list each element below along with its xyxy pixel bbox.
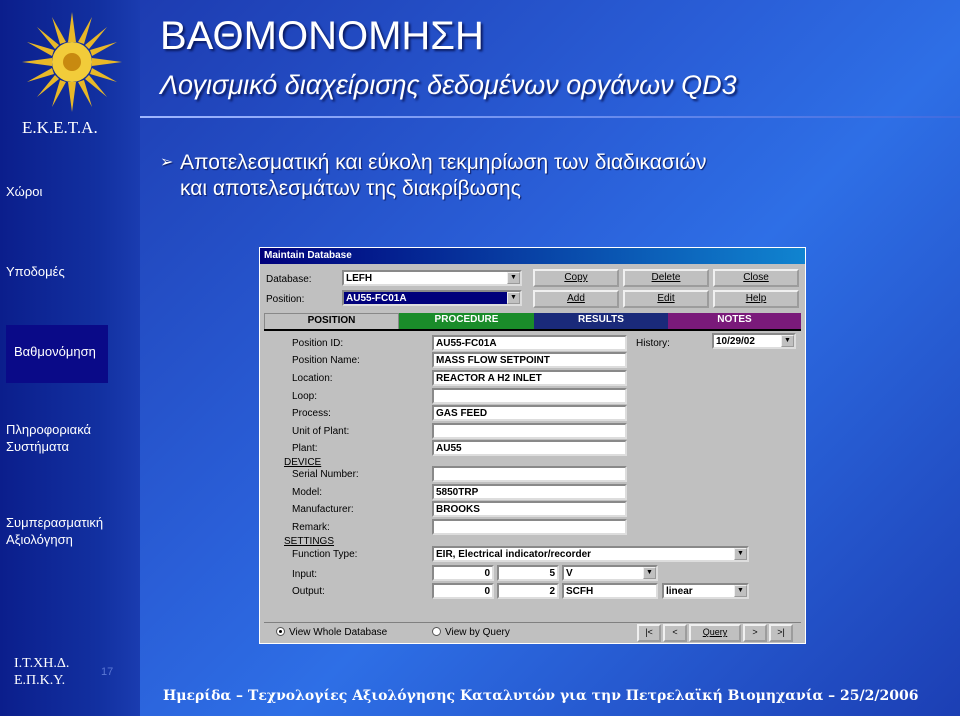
- history-select[interactable]: 10/29/02 ▼: [712, 333, 796, 349]
- output-label: Output:: [292, 586, 325, 597]
- nav-item-calibration[interactable]: Βαθμονόμηση: [6, 325, 108, 383]
- left-sidebar: Ε.Κ.Ε.Τ.Α. Χώροι Υποδομές Βαθμονόμηση Πλ…: [0, 0, 140, 716]
- database-value: LEFH: [346, 273, 373, 284]
- close-button[interactable]: Close: [713, 269, 799, 287]
- radio-unselected-icon[interactable]: [432, 627, 441, 636]
- unit-label: Unit of Plant:: [292, 426, 350, 437]
- unit-field[interactable]: [432, 423, 627, 439]
- nav-item-conclusion[interactable]: Συμπερασματική Αξιολόγηση: [6, 514, 134, 548]
- chevron-down-icon[interactable]: ▼: [734, 548, 747, 560]
- plant-label: Plant:: [292, 443, 318, 454]
- settings-section-label: SETTINGS: [284, 536, 335, 547]
- process-field[interactable]: GAS FEED: [432, 405, 627, 421]
- serial-label: Serial Number:: [292, 469, 359, 480]
- bullet-line-1: Αποτελεσματική και εύκολη τεκμηρίωση των…: [180, 151, 707, 174]
- chevron-down-icon[interactable]: ▼: [507, 292, 520, 304]
- slide-number: 17: [101, 666, 114, 678]
- chevron-down-icon[interactable]: ▼: [734, 585, 747, 597]
- view-bar: View Whole Database View by Query |< < Q…: [264, 622, 801, 642]
- output-unit-field[interactable]: SCFH: [562, 583, 658, 599]
- model-field[interactable]: 5850TRP: [432, 484, 627, 500]
- tab-notes[interactable]: NOTES: [668, 313, 801, 329]
- position-value: AU55-FC01A: [346, 293, 407, 304]
- nav-item-information-systems[interactable]: Πληροφοριακά Συστήματα: [6, 421, 134, 455]
- slide-title: ΒΑΘΜΟΝΟΜΗΣΗ: [160, 14, 484, 58]
- ekefe-sun-logo-icon: [22, 12, 122, 112]
- manufacturer-label: Manufacturer:: [292, 504, 354, 515]
- add-button[interactable]: Add: [533, 290, 619, 308]
- copy-button[interactable]: Copy: [533, 269, 619, 287]
- input-min-field[interactable]: 0: [432, 565, 494, 581]
- position-select[interactable]: AU55-FC01A ▼: [342, 290, 522, 306]
- history-value: 10/29/02: [716, 336, 755, 347]
- chevron-down-icon[interactable]: ▼: [643, 567, 656, 579]
- logo-text: Ε.Κ.Ε.Τ.Α.: [22, 118, 98, 137]
- prev-record-button[interactable]: <: [663, 624, 687, 642]
- remark-field[interactable]: [432, 519, 627, 535]
- position-name-label: Position Name:: [292, 355, 360, 366]
- title-divider: [140, 116, 960, 118]
- position-name-field[interactable]: MASS FLOW SETPOINT: [432, 352, 627, 368]
- manufacturer-field[interactable]: BROOKS: [432, 501, 627, 517]
- arrow-bullet-icon: ➢: [160, 154, 174, 171]
- input-label: Input:: [292, 569, 318, 580]
- input-unit-value: V: [566, 568, 573, 579]
- first-record-button[interactable]: |<: [637, 624, 661, 642]
- location-label: Location:: [292, 373, 333, 384]
- database-label: Database:: [266, 274, 312, 285]
- view-whole-radio[interactable]: View Whole Database: [276, 627, 387, 638]
- chevron-down-icon[interactable]: ▼: [507, 272, 520, 284]
- function-type-value: EIR, Electrical indicator/recorder: [436, 549, 592, 560]
- process-label: Process:: [292, 408, 331, 419]
- loop-field[interactable]: [432, 388, 627, 404]
- help-button[interactable]: Help: [713, 290, 799, 308]
- edit-button[interactable]: Edit: [623, 290, 709, 308]
- bottom-left-1: Ι.Τ.ΧΗ.Δ.: [14, 656, 70, 671]
- loop-label: Loop:: [292, 391, 318, 402]
- delete-button[interactable]: Delete: [623, 269, 709, 287]
- function-type-label: Function Type:: [292, 549, 358, 560]
- chevron-down-icon[interactable]: ▼: [781, 335, 794, 347]
- bottom-left-2: Ε.Π.Κ.Υ.: [14, 673, 66, 688]
- position-tab-panel: Position ID: AU55-FC01A History: 10/29/0…: [264, 329, 801, 619]
- radio-selected-icon[interactable]: [276, 627, 285, 636]
- function-type-select[interactable]: EIR, Electrical indicator/recorder ▼: [432, 546, 749, 562]
- database-select[interactable]: LEFH ▼: [342, 270, 522, 286]
- position-id-field[interactable]: AU55-FC01A: [432, 335, 627, 351]
- bottom-left-labels: Ι.Τ.ΧΗ.Δ. Ε.Π.Κ.Υ.: [14, 655, 69, 689]
- query-button[interactable]: Query: [689, 624, 741, 642]
- input-unit-select[interactable]: V ▼: [562, 565, 658, 581]
- output-curve-select[interactable]: linear ▼: [662, 583, 749, 599]
- nav-item-infrastructure[interactable]: Υποδομές: [6, 263, 134, 280]
- last-record-button[interactable]: >|: [769, 624, 793, 642]
- window-title: Maintain Database: [260, 248, 805, 264]
- location-field[interactable]: REACTOR A H2 INLET: [432, 370, 627, 386]
- input-max-field[interactable]: 5: [497, 565, 559, 581]
- bullet-line-2: και αποτελεσμάτων της διακρίβωσης: [180, 177, 521, 200]
- next-record-button[interactable]: >: [743, 624, 767, 642]
- model-label: Model:: [292, 487, 323, 498]
- bullet-point: ➢ Αποτελεσματική και εύκολη τεκμηρίωση τω…: [160, 150, 706, 202]
- view-whole-label: View Whole Database: [289, 627, 388, 638]
- output-max-field[interactable]: 2: [497, 583, 559, 599]
- tab-results[interactable]: RESULTS: [534, 313, 668, 329]
- position-label: Position:: [266, 294, 305, 305]
- history-label: History:: [636, 338, 670, 349]
- output-curve-value: linear: [666, 586, 693, 597]
- position-id-label: Position ID:: [292, 338, 344, 349]
- plant-field[interactable]: AU55: [432, 440, 627, 456]
- footer-text: Ημερίδα – Τεχνολογίες Αξιολόγησης Καταλυ…: [163, 688, 919, 704]
- slide-subtitle: Λογισμικό διαχείρισης δεδομένων οργάνων …: [160, 70, 737, 100]
- maintain-database-window: Maintain Database Database: LEFH ▼ Posit…: [259, 247, 806, 644]
- nav-item-spaces[interactable]: Χώροι: [6, 183, 134, 200]
- remark-label: Remark:: [292, 522, 330, 533]
- serial-field[interactable]: [432, 466, 627, 482]
- tab-procedure[interactable]: PROCEDURE: [399, 313, 534, 329]
- view-query-label: View by Query: [445, 627, 510, 638]
- tab-position[interactable]: POSITION: [264, 313, 399, 329]
- device-section-label: DEVICE: [284, 457, 322, 468]
- view-query-radio[interactable]: View by Query: [432, 627, 510, 638]
- output-min-field[interactable]: 0: [432, 583, 494, 599]
